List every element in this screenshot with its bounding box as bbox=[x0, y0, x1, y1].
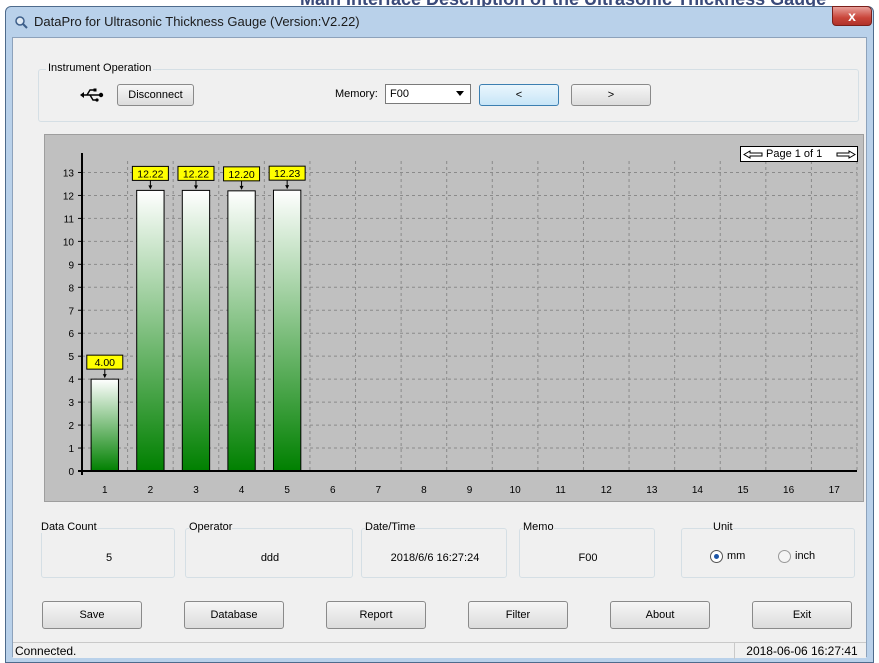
memory-select[interactable]: F00 bbox=[385, 84, 471, 104]
app-window: DataPro for Ultrasonic Thickness Gauge (… bbox=[5, 6, 874, 663]
x-tick-label: 12 bbox=[601, 485, 613, 496]
memory-select-value: F00 bbox=[390, 88, 409, 100]
data-label-arrow bbox=[102, 374, 107, 379]
datetime-value: 2018/6/6 16:27:24 bbox=[390, 552, 480, 564]
next-record-button[interactable]: > bbox=[571, 84, 651, 106]
y-tick-label: 11 bbox=[64, 214, 75, 225]
database-button[interactable]: Database bbox=[184, 601, 284, 629]
data-count-label: Data Count bbox=[41, 521, 97, 533]
unit-label: Unit bbox=[713, 521, 733, 533]
memo-label: Memo bbox=[523, 521, 554, 533]
x-tick-label: 10 bbox=[510, 485, 522, 496]
close-button[interactable]: x bbox=[832, 6, 872, 26]
y-tick-label: 5 bbox=[68, 352, 74, 363]
data-label: 12.22 bbox=[137, 168, 163, 180]
chart-svg: 0123456789101112131 2 3 4 5 6 7 8 9 10 11 12 13 14 15 1… bbox=[63, 153, 858, 496]
x-tick-label: 13 bbox=[646, 485, 658, 496]
y-tick-label: 3 bbox=[68, 398, 74, 409]
data-label: 12.23 bbox=[274, 168, 300, 180]
x-tick-label: 8 bbox=[421, 485, 427, 496]
bar bbox=[272, 189, 302, 472]
connection-status: Connected. bbox=[15, 643, 735, 659]
data-count-box: 5 bbox=[41, 528, 175, 578]
pager: Page 1 of 1 bbox=[740, 146, 858, 162]
operator-value: ddd bbox=[260, 552, 280, 564]
x-tick-label: 9 bbox=[467, 485, 473, 496]
thickness-chart: 0 1 2 3 4 5 6 7 8 9 10 11 12 13 1 2 3 4 5 6 7 8 9 10 11 12 13 14 15 1… bbox=[44, 134, 864, 502]
y-tick-label: 9 bbox=[68, 260, 74, 271]
page-next-icon[interactable] bbox=[836, 150, 856, 159]
filter-button[interactable]: Filter bbox=[468, 601, 568, 629]
bar bbox=[136, 189, 165, 472]
chevron-down-icon bbox=[456, 91, 464, 96]
unit-mm-radio[interactable] bbox=[710, 550, 723, 563]
x-tick-label: 5 bbox=[284, 485, 290, 496]
unit-mm-label: mm bbox=[727, 550, 746, 562]
x-tick-label: 15 bbox=[737, 485, 749, 496]
operator-box: ddd bbox=[185, 528, 353, 578]
report-button[interactable]: Report bbox=[326, 601, 426, 629]
instrument-operation-title: Instrument Operation bbox=[46, 62, 154, 74]
x-tick-label: 2 bbox=[148, 485, 154, 496]
y-tick-label: 0 bbox=[68, 467, 74, 478]
page-indicator: Page 1 of 1 bbox=[766, 148, 823, 160]
prev-record-button[interactable]: < bbox=[479, 84, 559, 106]
x-tick-label: 3 bbox=[193, 485, 199, 496]
x-tick-label: 14 bbox=[692, 485, 704, 496]
about-button[interactable]: About bbox=[610, 601, 710, 629]
datetime-label: Date/Time bbox=[365, 521, 416, 533]
x-tick-label: 6 bbox=[330, 485, 336, 496]
status-timestamp: 2018-06-06 16:27:41 bbox=[746, 644, 858, 658]
data-label: 12.22 bbox=[183, 168, 209, 180]
save-button[interactable]: Save bbox=[42, 601, 142, 629]
y-tick-label: 8 bbox=[68, 283, 74, 294]
data-label-arrow bbox=[193, 185, 198, 190]
memo-value: F00 bbox=[578, 552, 598, 564]
data-label-arrow bbox=[239, 185, 244, 190]
disconnect-button[interactable]: Disconnect bbox=[117, 84, 194, 106]
data-label-arrow bbox=[285, 185, 290, 190]
y-tick-label: 6 bbox=[68, 329, 74, 340]
datetime-box: 2018/6/6 16:27:24 bbox=[361, 528, 507, 578]
data-count-value: 5 bbox=[105, 552, 113, 564]
x-tick-label: 16 bbox=[783, 485, 795, 496]
unit-inch-label: inch bbox=[795, 550, 816, 562]
operator-label: Operator bbox=[189, 521, 233, 533]
bar bbox=[90, 378, 119, 472]
x-tick-label: 7 bbox=[376, 485, 382, 496]
radio-selected-dot bbox=[714, 554, 719, 559]
bar bbox=[227, 190, 256, 472]
y-tick-label: 12 bbox=[63, 191, 75, 202]
window-title: DataPro for Ultrasonic Thickness Gauge (… bbox=[34, 14, 360, 29]
x-tick-label: 11 bbox=[555, 485, 566, 496]
unit-box: mm inch bbox=[681, 528, 855, 578]
y-tick-label: 13 bbox=[63, 168, 75, 179]
data-label-arrow bbox=[148, 185, 153, 190]
memo-box: F00 bbox=[519, 528, 655, 578]
y-tick-label: 1 bbox=[68, 444, 74, 455]
status-bar: Connected. 2018-06-06 16:27:41 bbox=[13, 642, 866, 659]
data-label: 12.20 bbox=[228, 169, 254, 181]
page-prev-icon[interactable] bbox=[743, 150, 763, 159]
x-tick-label: 1 bbox=[102, 485, 108, 496]
y-tick-label: 7 bbox=[68, 306, 74, 317]
y-tick-label: 10 bbox=[63, 237, 75, 248]
y-tick-label: 2 bbox=[68, 421, 74, 432]
x-tick-label: 4 bbox=[239, 485, 245, 496]
x-tick-label: 17 bbox=[829, 485, 841, 496]
client-area: Instrument Operation Disconnect Memory: … bbox=[12, 37, 867, 659]
usb-icon bbox=[80, 88, 104, 102]
y-tick-label: 4 bbox=[68, 375, 74, 386]
title-bar: DataPro for Ultrasonic Thickness Gauge (… bbox=[6, 6, 873, 37]
unit-inch-radio[interactable] bbox=[778, 550, 791, 563]
memory-label: Memory: bbox=[335, 88, 378, 100]
exit-button[interactable]: Exit bbox=[752, 601, 852, 629]
bar bbox=[181, 189, 211, 472]
data-label: 4.00 bbox=[95, 357, 116, 369]
magnifier-app-icon bbox=[15, 16, 28, 29]
